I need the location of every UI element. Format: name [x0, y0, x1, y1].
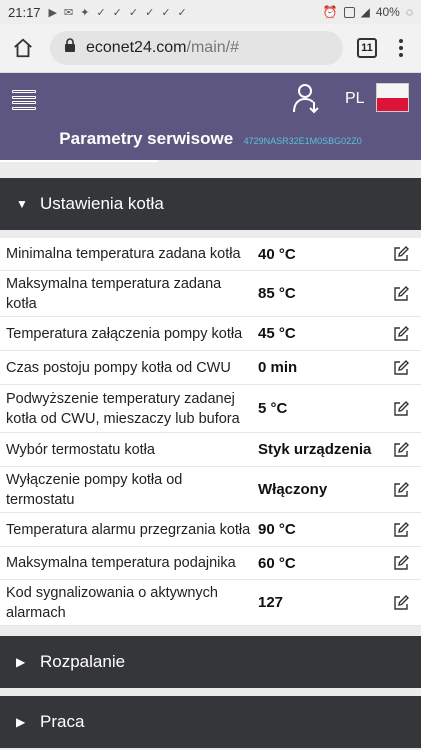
status-bar: 21:17 ▶ ✉ ✦ ✓ ✓ ✓ ✓ ✓ ✓ ⏰ ◢ 40% ◌ — [0, 0, 421, 24]
param-label: Wybór termostatu kotła — [6, 441, 155, 458]
param-value: Włączony — [258, 481, 328, 498]
signal-icon: ◢ — [360, 5, 370, 19]
edit-icon[interactable] — [381, 521, 421, 538]
hamburger-menu-icon[interactable] — [12, 90, 36, 110]
check-icon: ✓ — [112, 6, 122, 19]
param-row: Czas postoju pompy kotła od CWU 0 min — [0, 351, 421, 385]
check-icon: ✓ — [177, 6, 187, 19]
poland-flag-icon[interactable] — [376, 83, 409, 112]
user-logout-icon[interactable] — [292, 82, 322, 114]
battery-icon: ◌ — [405, 5, 413, 19]
param-value: 90 °C — [258, 521, 296, 538]
param-row: Podwyższenie temperatury zadanej kotła o… — [0, 385, 421, 433]
param-label: Wyłączenie pompy kotła od termostatu — [6, 471, 183, 508]
browser-toolbar: econet24.com/main/# 11 — [0, 24, 421, 73]
caret-down-icon: ▼ — [16, 197, 28, 211]
status-time: 21:17 — [8, 4, 41, 20]
param-label: Kod sygnalizowania o aktywnych alarmach — [6, 584, 218, 621]
edit-icon[interactable] — [381, 246, 421, 262]
youtube-icon: ▶ — [48, 6, 58, 19]
check-icon: ✓ — [161, 6, 171, 19]
section-header-ustawienia-kotla[interactable]: ▼ Ustawienia kotła — [0, 178, 421, 230]
param-row: Temperatura alarmu przegrzania kotła 90 … — [0, 513, 421, 547]
url-path: /main/# — [186, 39, 239, 56]
caret-right-icon: ▶ — [16, 715, 26, 729]
param-row: Maksymalna temperatura podajnika 60 °C — [0, 547, 421, 580]
check-icon: ✓ — [128, 6, 139, 19]
section-title: Praca — [40, 712, 85, 731]
param-value: 60 °C — [258, 554, 296, 572]
param-row: Minimalna temperatura zadana kotła 40 °C — [0, 238, 421, 271]
language-selector[interactable]: PL — [345, 90, 365, 108]
tab-switcher-button[interactable]: 11 — [357, 38, 377, 58]
param-label: Podwyższenie temperatury zadanej kotła o… — [6, 390, 240, 427]
app-header: PL Parametry serwisowe 4729NASR32E1M0SBG… — [0, 73, 421, 160]
param-row: Maksymalna temperatura zadana kotła 85 °… — [0, 271, 421, 317]
param-value: Styk urządzenia — [258, 441, 372, 458]
device-id: 4729NASR32E1M0SBG02Z0 — [243, 136, 362, 146]
param-label: Maksymalna temperatura zadana kotła — [6, 275, 222, 312]
caret-right-icon: ▶ — [16, 655, 26, 669]
param-label: Temperatura alarmu przegrzania kotła — [6, 521, 251, 538]
check-icon: ✓ — [96, 6, 106, 19]
param-row: Wybór termostatu kotła Styk urządzenia — [0, 433, 421, 467]
edit-icon[interactable] — [381, 285, 421, 302]
param-value: 85 °C — [258, 285, 296, 302]
nfc-icon — [343, 6, 355, 18]
params-list: Minimalna temperatura zadana kotła 40 °C… — [0, 230, 421, 626]
edit-icon[interactable] — [381, 481, 421, 498]
section-title: Rozpalanie — [40, 652, 126, 671]
mail-icon: ✉ — [64, 6, 74, 19]
param-value: 0 min — [258, 359, 298, 376]
page-title: Parametry serwisowe — [59, 129, 234, 148]
messenger-icon: ✦ — [80, 6, 90, 19]
url-bar[interactable]: econet24.com/main/# — [50, 31, 343, 65]
edit-icon[interactable] — [381, 359, 421, 376]
url-host: econet24.com — [86, 39, 187, 56]
edit-icon[interactable] — [381, 555, 421, 571]
more-menu-icon[interactable] — [391, 39, 411, 57]
param-row: Kod sygnalizowania o aktywnych alarmach … — [0, 580, 421, 626]
section-header-rozpalanie[interactable]: ▶ Rozpalanie — [0, 636, 421, 688]
param-row: Temperatura załączenia pompy kotła 45 °C — [0, 317, 421, 351]
param-label: Temperatura załączenia pompy kotła — [6, 325, 243, 342]
param-row: Wyłączenie pompy kotła od termostatu Włą… — [0, 467, 421, 513]
param-label: Minimalna temperatura zadana kotła — [6, 246, 241, 262]
param-value: 40 °C — [258, 245, 296, 263]
edit-icon[interactable] — [381, 594, 421, 611]
alarm-icon: ⏰ — [322, 5, 338, 19]
edit-icon[interactable] — [381, 441, 421, 458]
edit-icon[interactable] — [381, 400, 421, 417]
edit-icon[interactable] — [381, 325, 421, 342]
param-value: 5 °C — [258, 400, 288, 417]
param-value: 45 °C — [258, 325, 296, 342]
section-title: Ustawienia kotła — [40, 194, 164, 213]
section-header-praca[interactable]: ▶ Praca — [0, 696, 421, 748]
battery-text: 40% — [375, 5, 400, 19]
param-label: Maksymalna temperatura podajnika — [6, 555, 236, 571]
check-icon: ✓ — [145, 6, 155, 19]
param-label: Czas postoju pompy kotła od CWU — [6, 359, 231, 376]
lock-icon — [64, 38, 76, 58]
param-value: 127 — [258, 594, 284, 611]
home-icon[interactable] — [10, 35, 36, 61]
